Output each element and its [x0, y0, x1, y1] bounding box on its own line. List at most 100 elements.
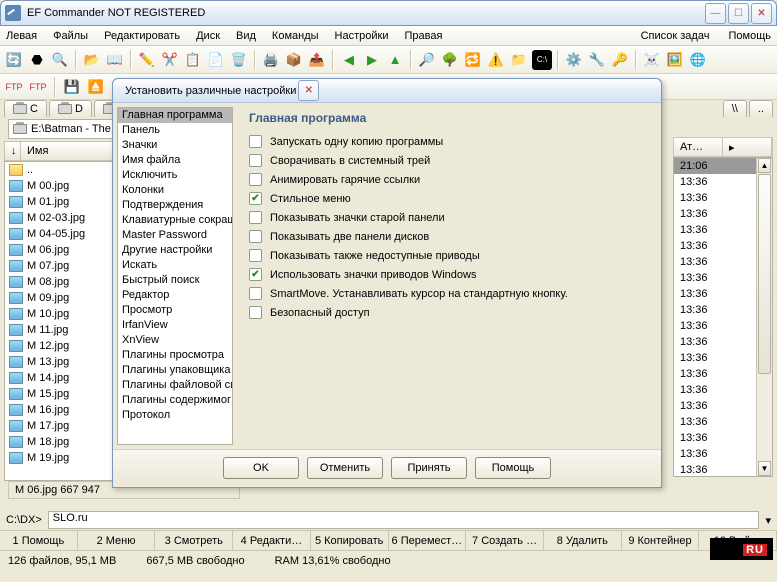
tree-item[interactable]: Просмотр [118, 303, 232, 318]
ftp-down-icon[interactable]: FTP [28, 77, 48, 97]
close-button[interactable]: ✕ [751, 3, 772, 24]
open-icon[interactable]: 📂 [82, 50, 102, 70]
function-key[interactable]: 1 Помощь [0, 531, 78, 550]
ok-button[interactable]: OK [223, 457, 299, 479]
drive-tab-net[interactable]: \\ [723, 100, 747, 117]
stop-icon[interactable]: ⬣ [27, 50, 47, 70]
menu-left-2[interactable]: Редактировать [104, 30, 180, 42]
menu-help[interactable]: Помощь [729, 30, 772, 42]
key-icon[interactable]: 🔑 [610, 50, 630, 70]
drive-tab-c[interactable]: C [4, 100, 47, 117]
checkbox-row[interactable]: Показывать значки старой панели [249, 211, 649, 224]
checkbox[interactable] [249, 287, 262, 300]
edit-icon[interactable]: ✏️ [137, 50, 157, 70]
checkbox-row[interactable]: Показывать также недоступные приводы [249, 249, 649, 262]
tree-item[interactable]: Искать [118, 258, 232, 273]
checkbox-row[interactable]: Сворачивать в системный трей [249, 154, 649, 167]
function-key[interactable]: 4 Редакти… [233, 531, 311, 550]
menu-left-7[interactable]: Правая [404, 30, 442, 42]
drive-tab-d[interactable]: D [49, 100, 92, 117]
scroll-up-icon[interactable]: ▲ [758, 158, 771, 173]
copy-icon[interactable]: 📋 [183, 50, 203, 70]
tree-item[interactable]: Плагины просмотра [118, 348, 232, 363]
function-key[interactable]: 3 Смотреть [155, 531, 233, 550]
maximize-button[interactable]: ☐ [728, 3, 749, 24]
warn-icon[interactable]: ⚠️ [486, 50, 506, 70]
minimize-button[interactable]: — [705, 3, 726, 24]
tree-item[interactable]: Редактор [118, 288, 232, 303]
function-key[interactable]: 2 Меню [78, 531, 156, 550]
tree-item[interactable]: Главная программа [118, 108, 232, 123]
tree-item[interactable]: XnView [118, 333, 232, 348]
tree-item[interactable]: Другие настройки [118, 243, 232, 258]
checkbox-row[interactable]: ✔Стильное меню [249, 192, 649, 205]
tree-item[interactable]: Колонки [118, 183, 232, 198]
tree-item[interactable]: Значки [118, 138, 232, 153]
drive-tab-up[interactable]: .. [749, 100, 773, 117]
checkbox[interactable] [249, 249, 262, 262]
tree-item[interactable]: IrfanView [118, 318, 232, 333]
eject-icon[interactable]: ⏏️ [86, 77, 106, 97]
tree-item[interactable]: Master Password [118, 228, 232, 243]
checkbox[interactable]: ✔ [249, 268, 262, 281]
tree-item[interactable]: Плагины упаковщика [118, 363, 232, 378]
checkbox-row[interactable]: SmartMove. Устанавливать курсор на станд… [249, 287, 649, 300]
menu-left-4[interactable]: Вид [236, 30, 256, 42]
checkbox-row[interactable]: Показывать две панели дисков [249, 230, 649, 243]
settings-tree[interactable]: Главная программаПанельЗначкиИмя файлаИс… [117, 107, 233, 445]
gear-icon[interactable]: ⚙️ [564, 50, 584, 70]
function-key[interactable]: 7 Создать … [466, 531, 544, 550]
menu-left-3[interactable]: Диск [196, 30, 220, 42]
tree-item[interactable]: Плагины содержимог [118, 393, 232, 408]
checkbox[interactable] [249, 154, 262, 167]
tool-icon[interactable]: 🔧 [587, 50, 607, 70]
forward-icon[interactable]: ▶ [362, 50, 382, 70]
search-icon[interactable]: 🔍 [50, 50, 70, 70]
up-icon[interactable]: ▲ [385, 50, 405, 70]
unpack-icon[interactable]: 📤 [307, 50, 327, 70]
checkbox[interactable] [249, 211, 262, 224]
help-button[interactable]: Помощь [475, 457, 551, 479]
print-icon[interactable]: 🖨️ [261, 50, 281, 70]
tree-item[interactable]: Плагины файловой си [118, 378, 232, 393]
function-key[interactable]: 8 Удалить [544, 531, 622, 550]
tree-icon[interactable]: 🌳 [440, 50, 460, 70]
scroll-thumb[interactable] [758, 174, 771, 374]
right-file-list[interactable]: 21:0613:36A13:36A13:36A13:36A13:36A13:36… [673, 157, 773, 477]
refresh-icon[interactable]: 🔄 [4, 50, 24, 70]
function-key[interactable]: 5 Копировать [311, 531, 389, 550]
disk-icon[interactable]: 💾 [62, 77, 82, 97]
tree-item[interactable]: Клавиатурные сокращ [118, 213, 232, 228]
folder-icon[interactable]: 📁 [509, 50, 529, 70]
menu-left-1[interactable]: Файлы [53, 30, 88, 42]
checkbox-row[interactable]: ✔Использовать значки приводов Windows [249, 268, 649, 281]
sync-icon[interactable]: 🔁 [463, 50, 483, 70]
tree-item[interactable]: Протокол [118, 408, 232, 423]
checkbox[interactable] [249, 230, 262, 243]
ftp-up-icon[interactable]: FTP [4, 77, 24, 97]
column-attr[interactable]: Ат… [674, 138, 723, 156]
checkbox[interactable] [249, 306, 262, 319]
cmd-dropdown-icon[interactable]: ▾ [765, 514, 771, 527]
skull-icon[interactable]: ☠️ [642, 50, 662, 70]
paste-icon[interactable]: 📄 [206, 50, 226, 70]
back-icon[interactable]: ◀ [339, 50, 359, 70]
scrollbar[interactable]: ▲ ▼ [756, 158, 772, 476]
cmd-input[interactable]: SLO.ru [48, 511, 760, 529]
dialog-close-button[interactable]: ✕ [298, 80, 319, 101]
checkbox[interactable]: ✔ [249, 192, 262, 205]
menu-tasks[interactable]: Список задач [641, 30, 710, 42]
tree-item[interactable]: Исключить [118, 168, 232, 183]
function-key[interactable]: 6 Перемест… [389, 531, 467, 550]
scroll-down-icon[interactable]: ▼ [758, 461, 771, 476]
checkbox-row[interactable]: Анимировать гарячие ссылки [249, 173, 649, 186]
tree-item[interactable]: Подтверждения [118, 198, 232, 213]
view-icon[interactable]: 🔎 [417, 50, 437, 70]
checkbox[interactable] [249, 135, 262, 148]
cut-icon[interactable]: ✂️ [160, 50, 180, 70]
function-key[interactable]: 9 Контейнер [622, 531, 700, 550]
checkbox-row[interactable]: Запускать одну копию программы [249, 135, 649, 148]
checkbox[interactable] [249, 173, 262, 186]
checkbox-row[interactable]: Безопасный доступ [249, 306, 649, 319]
menu-left-6[interactable]: Настройки [335, 30, 389, 42]
